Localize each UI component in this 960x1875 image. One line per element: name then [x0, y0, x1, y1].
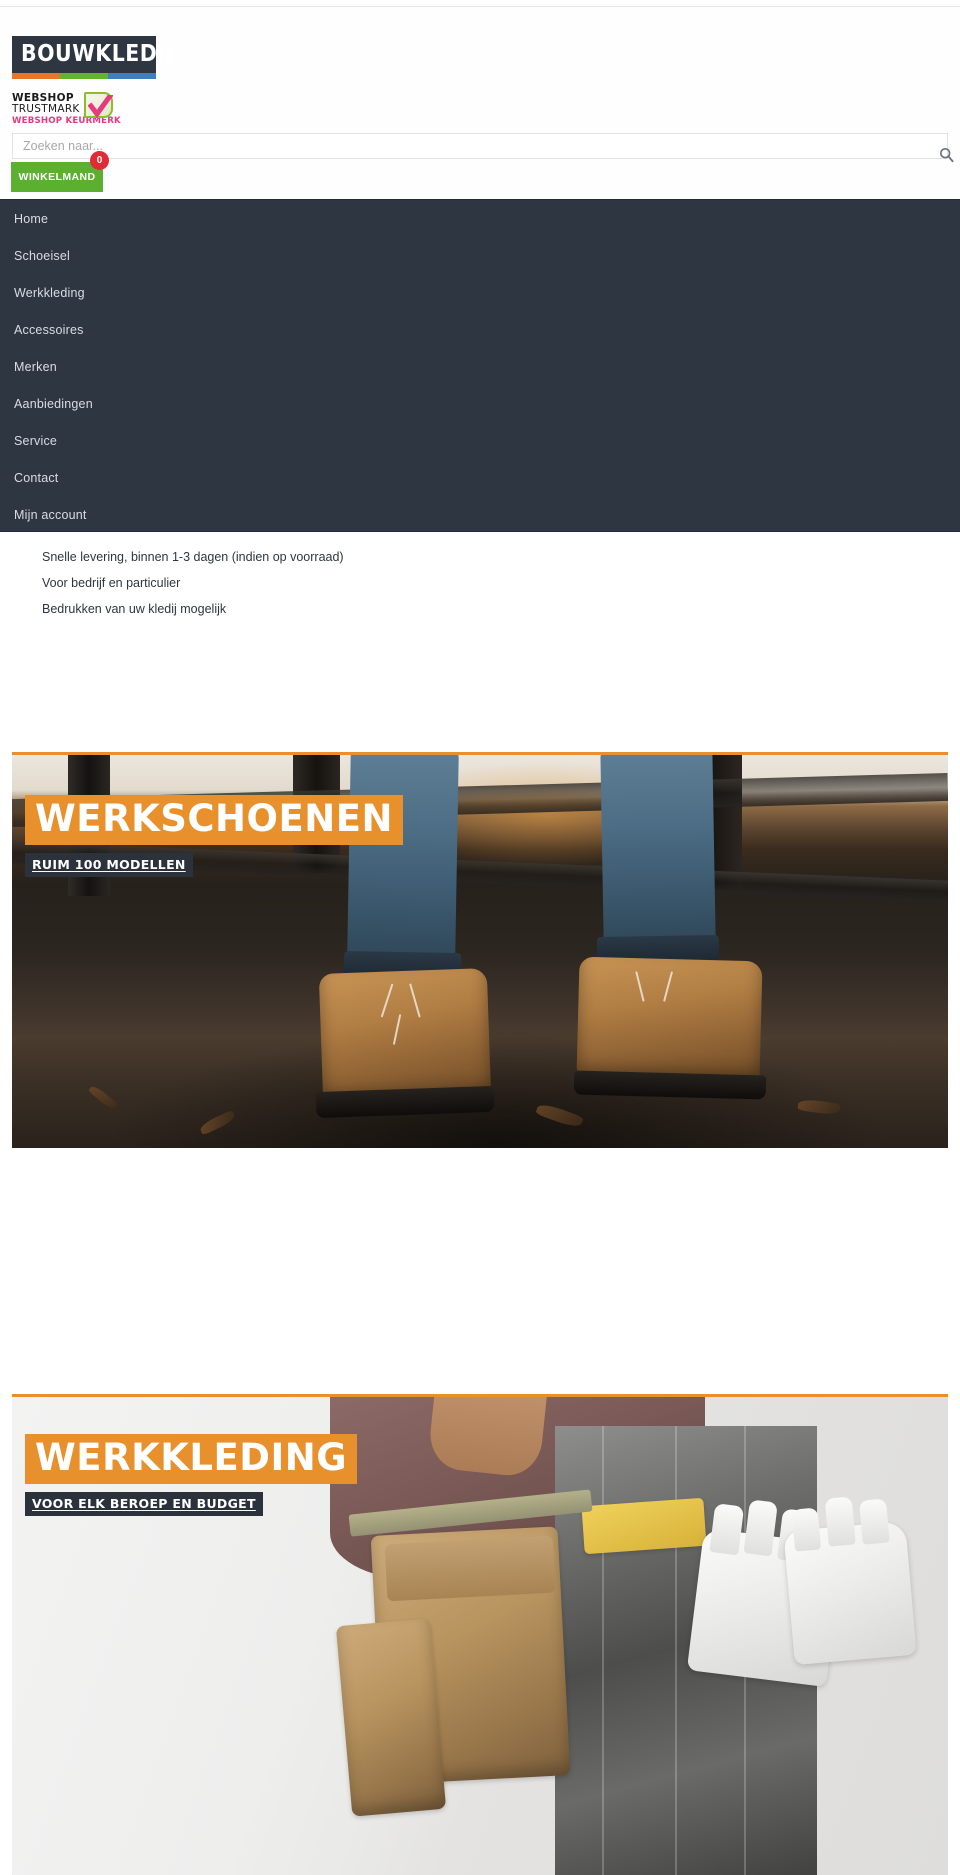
webshop-trustmark-badge: WEBSHOP TRUSTMARK WEBSHOP KEURMERK — [12, 92, 121, 129]
logo-plate: BOUWKLEDIJ — [12, 36, 173, 73]
usp-list: Snelle levering, binnen 1-3 dagen (indie… — [0, 533, 960, 622]
usp-item-levering: Snelle levering, binnen 1-3 dagen (indie… — [42, 550, 344, 564]
nav-item-aanbiedingen[interactable]: Aanbiedingen — [0, 386, 960, 423]
banner-werkkleding-title: WERKKLEDING — [25, 1434, 358, 1484]
nav-item-schoeisel[interactable]: Schoeisel — [0, 238, 960, 275]
banner-werkkleding[interactable]: WERKKLEDING VOOR ELK BEROEP EN BUDGET — [12, 1394, 948, 1875]
page-root: BOUWKLEDIJ WEBSHOP TRUSTMARK WEBSHOP KEU… — [0, 0, 960, 1875]
banner-werkschoenen[interactable]: WERKSCHOENEN RUIM 100 MODELLEN — [12, 752, 948, 1148]
site-header: BOUWKLEDIJ WEBSHOP TRUSTMARK WEBSHOP KEU… — [0, 7, 960, 199]
cart-count-badge: 0 — [90, 151, 109, 170]
nav-item-accessoires[interactable]: Accessoires — [0, 312, 960, 349]
banner-werkschoenen-caption: WERKSCHOENEN RUIM 100 MODELLEN — [25, 795, 403, 877]
checkmark-icon — [84, 92, 113, 119]
main-navigation: Home Schoeisel Werkkleding Accessoires M… — [0, 199, 960, 532]
search-bar — [12, 133, 948, 159]
banner-werkschoenen-title: WERKSCHOENEN — [25, 795, 403, 845]
nav-item-merken[interactable]: Merken — [0, 349, 960, 386]
logo-stripe-blue — [108, 73, 156, 79]
logo-stripe-orange — [12, 73, 60, 79]
search-input[interactable] — [12, 133, 948, 159]
banner-werkkleding-caption: WERKKLEDING VOOR ELK BEROEP EN BUDGET — [25, 1434, 358, 1516]
site-logo[interactable]: BOUWKLEDIJ — [12, 36, 173, 79]
logo-stripes — [12, 73, 156, 79]
logo-stripe-green — [60, 73, 108, 79]
usp-item-bedrukken: Bedrukken van uw kledij mogelijk — [42, 602, 227, 616]
search-icon[interactable] — [938, 147, 954, 165]
logo-wordmark: BOUWKLEDIJ — [21, 39, 174, 67]
nav-item-service[interactable]: Service — [0, 423, 960, 460]
banner-werkschoenen-subtitle: RUIM 100 MODELLEN — [25, 852, 193, 877]
nav-item-contact[interactable]: Contact — [0, 460, 960, 497]
banner-spacer — [0, 1148, 960, 1162]
cart-button[interactable]: WINKELMAND — [11, 162, 103, 192]
nav-item-home[interactable]: Home — [0, 201, 960, 238]
banner-werkkleding-subtitle: VOOR ELK BEROEP EN BUDGET — [25, 1491, 263, 1516]
nav-item-mijn-account[interactable]: Mijn account — [0, 497, 960, 534]
usp-item-doelgroep: Voor bedrijf en particulier — [42, 576, 181, 590]
nav-item-werkkleding[interactable]: Werkkleding — [0, 275, 960, 312]
